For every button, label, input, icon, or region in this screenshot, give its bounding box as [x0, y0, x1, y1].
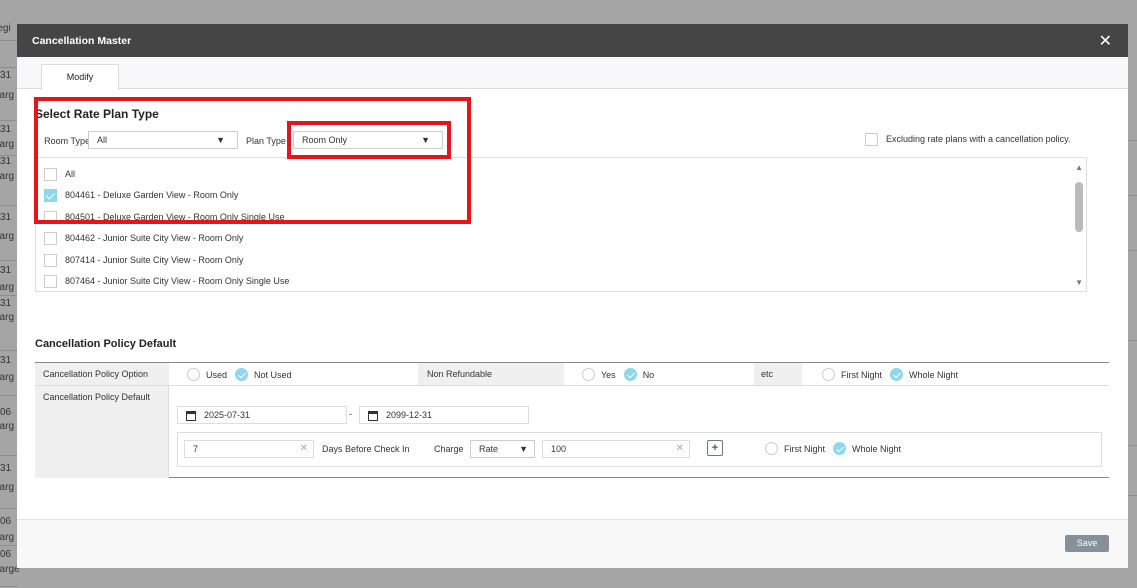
background-text: harg [0, 171, 15, 182]
background-text: 06 [0, 407, 12, 418]
radio-no[interactable] [623, 368, 637, 382]
checkbox[interactable] [44, 254, 57, 268]
background-text: 06 [0, 516, 12, 527]
modal-footer: Save [17, 519, 1128, 568]
background-text: harg [0, 372, 15, 383]
save-button[interactable]: Save [1065, 535, 1109, 552]
radio-rule-whole-night[interactable] [833, 442, 847, 456]
charge-type-select[interactable]: Rate ▼ [470, 440, 535, 458]
charge-label: Charge [434, 444, 464, 454]
checkbox[interactable] [44, 232, 57, 246]
rate-plan-label: 807414 - Junior Suite City View - Room O… [65, 255, 244, 265]
rate-plan-item[interactable]: 807414 - Junior Suite City View - Room O… [44, 253, 244, 268]
background-text: harg [0, 482, 15, 493]
background-text: 31 [0, 355, 12, 366]
background-text: harg [0, 421, 15, 432]
background-text: harg [0, 90, 15, 101]
highlight-box [34, 97, 471, 224]
etc-label: etc [754, 363, 802, 385]
background-text: 31 [0, 463, 12, 474]
radio-rule-first-night[interactable] [765, 442, 778, 456]
background-text: harg [0, 312, 15, 323]
rate-plan-label: 807464 - Junior Suite City View - Room O… [65, 276, 290, 286]
background-text: harg [0, 139, 15, 150]
calendar-icon [186, 410, 196, 421]
policy-table: Cancellation Policy Option Used Not Used … [35, 362, 1109, 478]
highlight-box-plan-type [287, 121, 451, 159]
policy-option-radios: Used Not Used [187, 363, 300, 386]
background-text: regi [0, 23, 11, 34]
background-text: 31 [0, 156, 12, 167]
clear-icon[interactable]: ✕ [676, 441, 684, 457]
rate-plan-item[interactable]: 807464 - Junior Suite City View - Room O… [44, 274, 290, 289]
background-text: harg [0, 231, 15, 242]
modal-header: Cancellation Master ✕ [17, 24, 1128, 57]
tab-modify[interactable]: Modify [41, 64, 119, 90]
charge-value-input[interactable]: 100 ✕ [542, 440, 690, 458]
background-text: harg [0, 532, 15, 543]
option-label: Cancellation Policy Option [35, 363, 169, 386]
radio-first-night[interactable] [822, 368, 835, 382]
exclude-checkbox-row[interactable]: Excluding rate plans with a cancellation… [865, 133, 1070, 146]
calendar-icon [368, 410, 378, 421]
date-to-input[interactable]: 2099-12-31 [359, 406, 529, 424]
exclude-label: Excluding rate plans with a cancellation… [886, 133, 1071, 144]
scroll-up-icon[interactable]: ▲ [1075, 163, 1083, 172]
radio-not-used[interactable] [235, 368, 249, 382]
tab-bar: Modify [17, 57, 1128, 90]
days-input[interactable]: 7 ✕ [184, 440, 314, 458]
background-text: 31 [0, 265, 12, 276]
close-icon[interactable]: ✕ [1099, 31, 1112, 51]
cancellation-master-modal: Cancellation Master ✕ Modify Select Rate… [17, 24, 1128, 568]
add-rule-button[interactable]: + [707, 440, 723, 456]
default-label: Cancellation Policy Default [35, 386, 169, 478]
rule-row: 7 ✕ Days Before Check In Charge Rate ▼ 100… [177, 432, 1102, 467]
radio-yes[interactable] [582, 368, 595, 382]
background-text: 31 [0, 298, 12, 309]
radio-used[interactable] [187, 368, 200, 382]
rate-plan-label: 804462 - Junior Suite City View - Room O… [65, 233, 244, 243]
radio-whole-night[interactable] [890, 368, 904, 382]
background-text: harg [0, 282, 15, 293]
non-refundable-label: Non Refundable [418, 363, 564, 385]
clear-icon[interactable]: ✕ [300, 441, 308, 457]
background-text: 31 [0, 212, 12, 223]
policy-heading: Cancellation Policy Default [35, 338, 177, 350]
checkbox[interactable] [44, 275, 57, 289]
rate-plan-item[interactable]: 804462 - Junior Suite City View - Room O… [44, 231, 244, 246]
dropdown-arrow-icon: ▼ [519, 444, 528, 454]
scrollbar-thumb[interactable] [1075, 182, 1083, 232]
exclude-checkbox[interactable] [865, 133, 878, 146]
background-text: 31 [0, 124, 12, 135]
date-from-input[interactable]: 2025-07-31 [177, 406, 347, 424]
date-separator: - [349, 409, 352, 419]
modal-title: Cancellation Master [32, 35, 132, 47]
background-text: 06 [0, 549, 12, 560]
days-label: Days Before Check In [322, 444, 410, 454]
scroll-down-icon[interactable]: ▼ [1075, 278, 1083, 287]
background-text: 31 [0, 70, 12, 81]
